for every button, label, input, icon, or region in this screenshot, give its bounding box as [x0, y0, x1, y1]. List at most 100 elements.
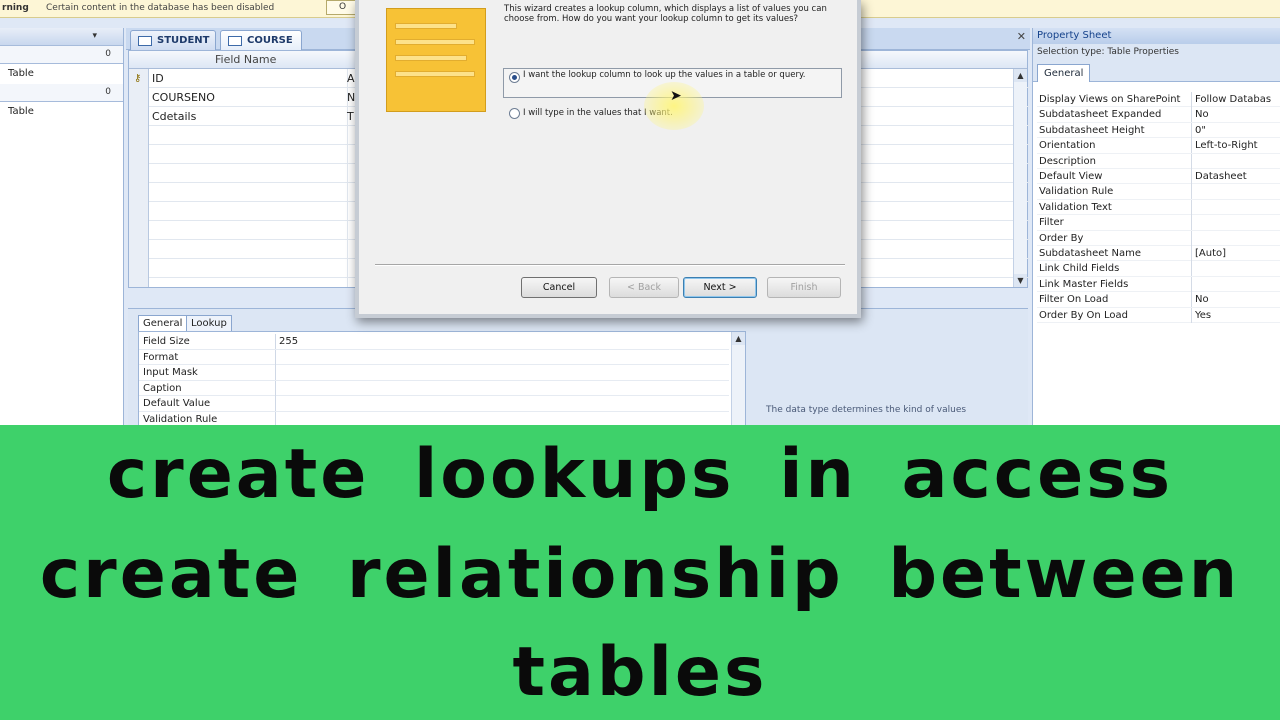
property-label: Default View	[1039, 171, 1103, 182]
property-label: Filter	[1039, 217, 1064, 229]
finish-button[interactable]: Finish	[767, 277, 841, 298]
title-banner: create lookups in access create relation…	[0, 425, 1280, 720]
property-label: Caption	[143, 382, 182, 394]
property-label: Subdatasheet Expanded	[1039, 109, 1162, 121]
row-selector-column[interactable]	[129, 69, 149, 287]
property-label: Input Mask	[143, 367, 198, 378]
nav-group-count-2: 0	[105, 87, 111, 97]
field-name-cell[interactable]: Cdetails	[152, 110, 196, 123]
properties-scrollbar[interactable]: ▲	[731, 332, 745, 426]
property-row[interactable]: Input Mask	[139, 365, 729, 381]
property-sheet-title: Property Sheet	[1033, 28, 1280, 44]
property-value[interactable]: 0"	[1195, 123, 1206, 138]
tab-course[interactable]: COURSE	[220, 30, 302, 50]
selection-type: Selection type: Table Properties	[1033, 44, 1280, 60]
security-warning-message: Certain content in the database has been…	[46, 3, 275, 13]
navigation-pane: ▾ 0 Table 0 Table	[0, 28, 124, 426]
radio-lookup-table[interactable]	[509, 72, 520, 83]
property-sheet-tabs: General	[1033, 60, 1280, 82]
field-name-cell[interactable]: ID	[152, 72, 164, 85]
property-label: Field Size	[143, 336, 190, 347]
tab-lookup[interactable]: Lookup	[186, 315, 232, 331]
tab-student[interactable]: STUDENT	[130, 30, 216, 50]
nav-pane-header[interactable]: ▾	[0, 28, 123, 46]
tab-course-label: COURSE	[247, 35, 293, 46]
property-row[interactable]: Filter	[1037, 215, 1280, 231]
wizard-illustration	[386, 8, 486, 112]
property-value[interactable]: No	[1195, 107, 1209, 122]
table-icon	[228, 36, 242, 46]
property-row[interactable]: Caption	[139, 380, 729, 396]
next-button[interactable]: Next >	[683, 277, 757, 298]
property-row[interactable]: Description	[1037, 153, 1280, 169]
option1-label[interactable]: I want the lookup column to look up the …	[523, 70, 823, 80]
property-row[interactable]: Field Size 255	[139, 334, 729, 350]
nav-group-count: 0	[105, 49, 111, 59]
property-row[interactable]: Subdatasheet Height 0"	[1037, 122, 1280, 139]
data-type-cell[interactable]: A	[347, 69, 355, 88]
primary-key-icon: ⚷	[134, 73, 142, 84]
grid-scrollbar[interactable]: ▲ ▼	[1013, 69, 1027, 287]
property-value[interactable]: [Auto]	[1195, 246, 1226, 261]
property-label: Validation Rule	[1039, 186, 1114, 198]
tab-general[interactable]: General	[138, 315, 188, 331]
property-value[interactable]: Datasheet	[1195, 169, 1247, 184]
property-row[interactable]: Validation Text	[1037, 199, 1280, 216]
property-row[interactable]: Order By	[1037, 230, 1280, 246]
back-button[interactable]: < Back	[609, 277, 679, 298]
chevron-down-icon[interactable]: ▾	[92, 28, 97, 44]
property-value[interactable]: 255	[279, 334, 298, 349]
nav-item-label-2: Table	[8, 106, 34, 117]
close-icon[interactable]: ✕	[1017, 30, 1026, 43]
scroll-up-icon[interactable]: ▲	[732, 332, 745, 345]
field-properties-hint: The data type determines the kind of val…	[766, 405, 967, 415]
banner-line-2: create relationship between	[39, 535, 1241, 614]
property-row[interactable]: Subdatasheet Expanded No	[1037, 107, 1280, 123]
property-value[interactable]: No	[1195, 292, 1209, 307]
property-row[interactable]: Default Value	[139, 396, 729, 412]
wizard-intro-text: This wizard creates a lookup column, whi…	[504, 4, 827, 24]
nav-group-header[interactable]: 0	[0, 46, 123, 64]
field-name-header: Field Name	[215, 53, 277, 66]
property-row[interactable]: Link Child Fields	[1037, 261, 1280, 277]
scroll-up-icon[interactable]: ▲	[1014, 69, 1027, 82]
dialog-divider	[375, 264, 845, 266]
property-label: Order By On Load	[1039, 309, 1128, 321]
property-row[interactable]: Order By On Load Yes	[1037, 307, 1280, 323]
property-label: Subdatasheet Height	[1039, 124, 1145, 136]
property-value[interactable]: Follow Databas	[1195, 92, 1271, 107]
property-label: Orientation	[1039, 140, 1096, 152]
property-label: Format	[143, 351, 179, 363]
nav-item-table[interactable]: Table	[0, 64, 123, 84]
lookup-wizard-dialog: This wizard creates a lookup column, whi…	[355, 0, 861, 318]
field-properties-grid: Field Size 255 Format Input Mask Caption …	[138, 331, 746, 427]
data-type-cell[interactable]: N	[347, 88, 355, 107]
field-properties-pane: General Lookup Field Size 255 Format Inpu…	[128, 308, 1028, 427]
property-row[interactable]: Subdatasheet Name [Auto]	[1037, 246, 1280, 262]
property-row[interactable]: Orientation Left-to-Right	[1037, 138, 1280, 154]
property-row[interactable]: Display Views on SharePoint Follow Databa…	[1037, 92, 1280, 108]
cancel-button[interactable]: Cancel	[521, 277, 597, 298]
property-row[interactable]: Filter On Load No	[1037, 292, 1280, 308]
property-row[interactable]: Default View Datasheet	[1037, 169, 1280, 185]
banner-line-3: tables	[512, 633, 768, 712]
property-row[interactable]: Validation Rule	[1037, 184, 1280, 200]
property-label: Subdatasheet Name	[1039, 248, 1142, 259]
tab-general[interactable]: General	[1037, 64, 1091, 82]
property-label: Order By	[1039, 232, 1084, 244]
nav-group-header-2[interactable]: 0	[0, 84, 123, 102]
property-row[interactable]: Format	[139, 349, 729, 365]
radio-type-values[interactable]	[509, 108, 520, 119]
tab-student-label: STUDENT	[157, 35, 210, 46]
property-label: Default Value	[143, 398, 211, 409]
property-row[interactable]: Link Master Fields	[1037, 276, 1280, 293]
property-value[interactable]: Yes	[1195, 308, 1211, 323]
data-type-cell[interactable]: T	[347, 107, 354, 126]
nav-item-table-2[interactable]: Table	[0, 102, 123, 122]
table-icon	[138, 36, 152, 46]
field-name-cell[interactable]: COURSENO	[152, 91, 215, 104]
property-value[interactable]: Left-to-Right	[1195, 138, 1258, 153]
property-label: Validation Text	[1039, 201, 1112, 213]
scroll-down-icon[interactable]: ▼	[1014, 274, 1027, 287]
property-label: Description	[1039, 155, 1096, 167]
